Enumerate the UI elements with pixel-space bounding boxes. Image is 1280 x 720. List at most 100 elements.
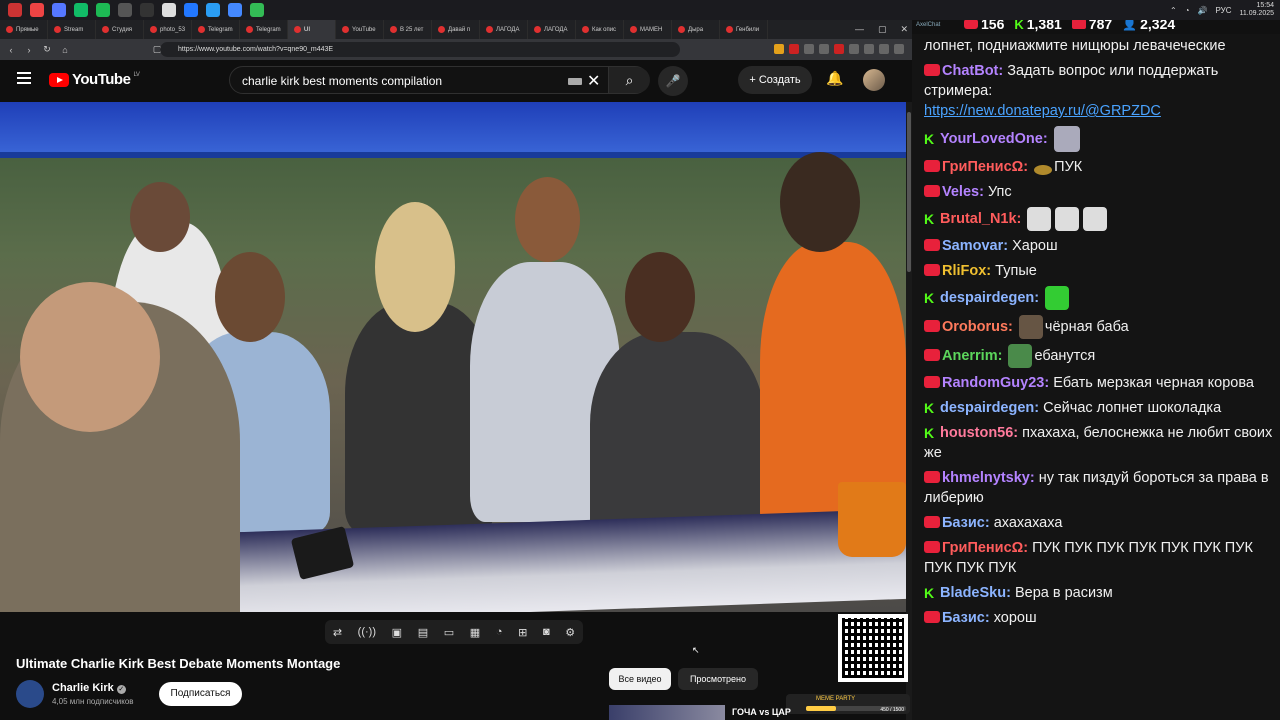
search-input[interactable]: charlie kirk best moments compilation	[242, 74, 442, 88]
tab-favicon-icon	[54, 26, 61, 33]
chat-message: khmelnytsky: ну так пиздуй бороться за п…	[912, 466, 1280, 511]
recommended-title[interactable]: ГОЧА vs ЦАР	[732, 707, 791, 717]
app-icon[interactable]	[228, 3, 242, 17]
clip-icon[interactable]: ▤	[418, 626, 428, 639]
telegram-icon[interactable]	[206, 3, 220, 17]
extension-icon[interactable]	[789, 44, 799, 54]
language-indicator[interactable]: РУС	[1215, 6, 1231, 15]
browser-tab[interactable]: Stream	[48, 20, 96, 39]
miniplayer-icon[interactable]: ▦	[470, 626, 480, 639]
loop-icon[interactable]: ⇄	[333, 626, 342, 639]
chat-text: Сейчас лопнет шоколадка	[1043, 400, 1222, 416]
watch-icon[interactable]: ▣	[392, 626, 402, 639]
chat-nickname: ГриПенисΩ:	[942, 159, 1029, 175]
tab-favicon-icon	[150, 26, 157, 33]
voice-search-button[interactable]: 🎤	[658, 66, 688, 96]
gear-icon[interactable]: ⚙	[565, 626, 575, 639]
steam-icon[interactable]	[74, 3, 88, 17]
extension-icon[interactable]	[864, 44, 874, 54]
clock[interactable]: 15:54 11.09.2025	[1239, 2, 1274, 18]
obs-icon[interactable]	[118, 3, 132, 17]
browser-tab[interactable]: Как опис	[576, 20, 624, 39]
browser-tab[interactable]: МАМЕН	[624, 20, 672, 39]
theater-icon[interactable]: ▭	[444, 626, 454, 639]
reload-icon[interactable]: ↻	[40, 44, 54, 55]
browser-tab[interactable]: Дыра	[672, 20, 720, 39]
messenger-icon[interactable]	[52, 3, 66, 17]
extension-icon[interactable]	[834, 44, 844, 54]
forward-icon[interactable]: ›	[22, 45, 36, 55]
chat-link[interactable]: https://new.donatepay.ru/@GRPZDC	[924, 103, 1161, 119]
browser-tab[interactable]: UI	[288, 20, 336, 39]
create-button[interactable]: + Создать	[738, 66, 812, 94]
channel-name-row[interactable]: Charlie Kirk ✓	[52, 682, 126, 694]
youtube-logo[interactable]: YouTube LV	[49, 71, 140, 88]
scroll-thumb[interactable]	[907, 112, 911, 272]
volume-icon[interactable]: 🔊	[1197, 6, 1207, 15]
browser-tab[interactable]: Telegram	[192, 20, 240, 39]
channel-name[interactable]: Charlie Kirk	[52, 682, 114, 694]
chat-nickname: despairdegen:	[940, 289, 1040, 306]
clock-date: 11.09.2025	[1239, 10, 1274, 17]
app-icon[interactable]	[140, 3, 154, 17]
keyboard-icon[interactable]	[568, 78, 582, 85]
chat-message: RandomGuy23: Ебать мерзкая черная корова	[912, 371, 1280, 396]
screenshot-icon[interactable]: ◙	[543, 626, 550, 638]
browser-icon[interactable]	[30, 3, 44, 17]
minimize-icon[interactable]: —	[855, 20, 864, 39]
browser-tab[interactable]: Telegram	[240, 20, 288, 39]
spotify-icon[interactable]	[96, 3, 110, 17]
browser-tab[interactable]: Прямые	[0, 20, 48, 39]
extension-icon[interactable]	[774, 44, 784, 54]
chat-nickname: BladeSku:	[940, 585, 1011, 601]
music-icon[interactable]	[879, 44, 889, 54]
channel-avatar[interactable]	[16, 680, 44, 708]
browser-tab[interactable]: ЛАГОДА	[480, 20, 528, 39]
tab-label: ЛАГОДА	[544, 26, 568, 33]
tab-label: YouTube	[352, 26, 376, 33]
app-icon[interactable]	[184, 3, 198, 17]
network-icon[interactable]: ◔	[1185, 6, 1190, 15]
account-avatar[interactable]	[863, 69, 885, 91]
maximize-icon[interactable]: ▢	[878, 20, 887, 39]
browser-tab[interactable]: Генбили	[720, 20, 768, 39]
speed-icon[interactable]: ◔	[496, 626, 503, 638]
search-box[interactable]: charlie kirk best moments compilation ✕ …	[229, 66, 650, 94]
video-player[interactable]	[0, 102, 906, 612]
chevron-up-icon[interactable]: ⌃	[1170, 6, 1177, 15]
subscribe-button[interactable]: Подписаться	[159, 682, 242, 706]
add-icon[interactable]: ⊞	[518, 626, 527, 639]
chip-all-videos[interactable]: Все видео	[609, 668, 671, 690]
app-icon[interactable]	[250, 3, 264, 17]
chat-message: Khouston56: пхахаха, белоснежка не любит…	[912, 421, 1280, 466]
search-button[interactable]: ⌕	[608, 67, 650, 93]
app-icon[interactable]	[8, 3, 22, 17]
tab-favicon-icon	[486, 26, 493, 33]
close-icon[interactable]: ✕	[900, 20, 908, 39]
live-icon	[924, 348, 940, 361]
chat-nickname: khmelnytsky:	[942, 470, 1035, 486]
address-bar[interactable]: https://www.youtube.com/watch?v=qne90_m4…	[160, 42, 680, 57]
extension-icon[interactable]	[849, 44, 859, 54]
extension-icon[interactable]	[819, 44, 829, 54]
clear-icon[interactable]: ✕	[587, 71, 600, 91]
menu-icon[interactable]	[17, 72, 31, 84]
tab-favicon-icon	[246, 26, 253, 33]
app-icon[interactable]	[162, 3, 176, 17]
home-icon[interactable]: ⌂	[58, 45, 72, 55]
browser-tab[interactable]: ЛАГОДА	[528, 20, 576, 39]
browser-tab[interactable]: В 25 лет	[384, 20, 432, 39]
youtube-play-icon	[49, 72, 69, 87]
browser-tab[interactable]: photo_53	[144, 20, 192, 39]
browser-tab[interactable]: YouTube	[336, 20, 384, 39]
browser-tab[interactable]: Студия	[96, 20, 144, 39]
menu-icon[interactable]	[894, 44, 904, 54]
tab-favicon-icon	[102, 26, 109, 33]
back-icon[interactable]: ‹	[4, 45, 18, 55]
recommended-thumbnail[interactable]	[609, 705, 725, 720]
chip-watched[interactable]: Просмотрено	[678, 668, 758, 690]
browser-tab[interactable]: Давай п	[432, 20, 480, 39]
notifications-icon[interactable]: 🔔	[826, 70, 843, 87]
audio-icon[interactable]: ((·))	[358, 626, 376, 638]
extension-icon[interactable]	[804, 44, 814, 54]
